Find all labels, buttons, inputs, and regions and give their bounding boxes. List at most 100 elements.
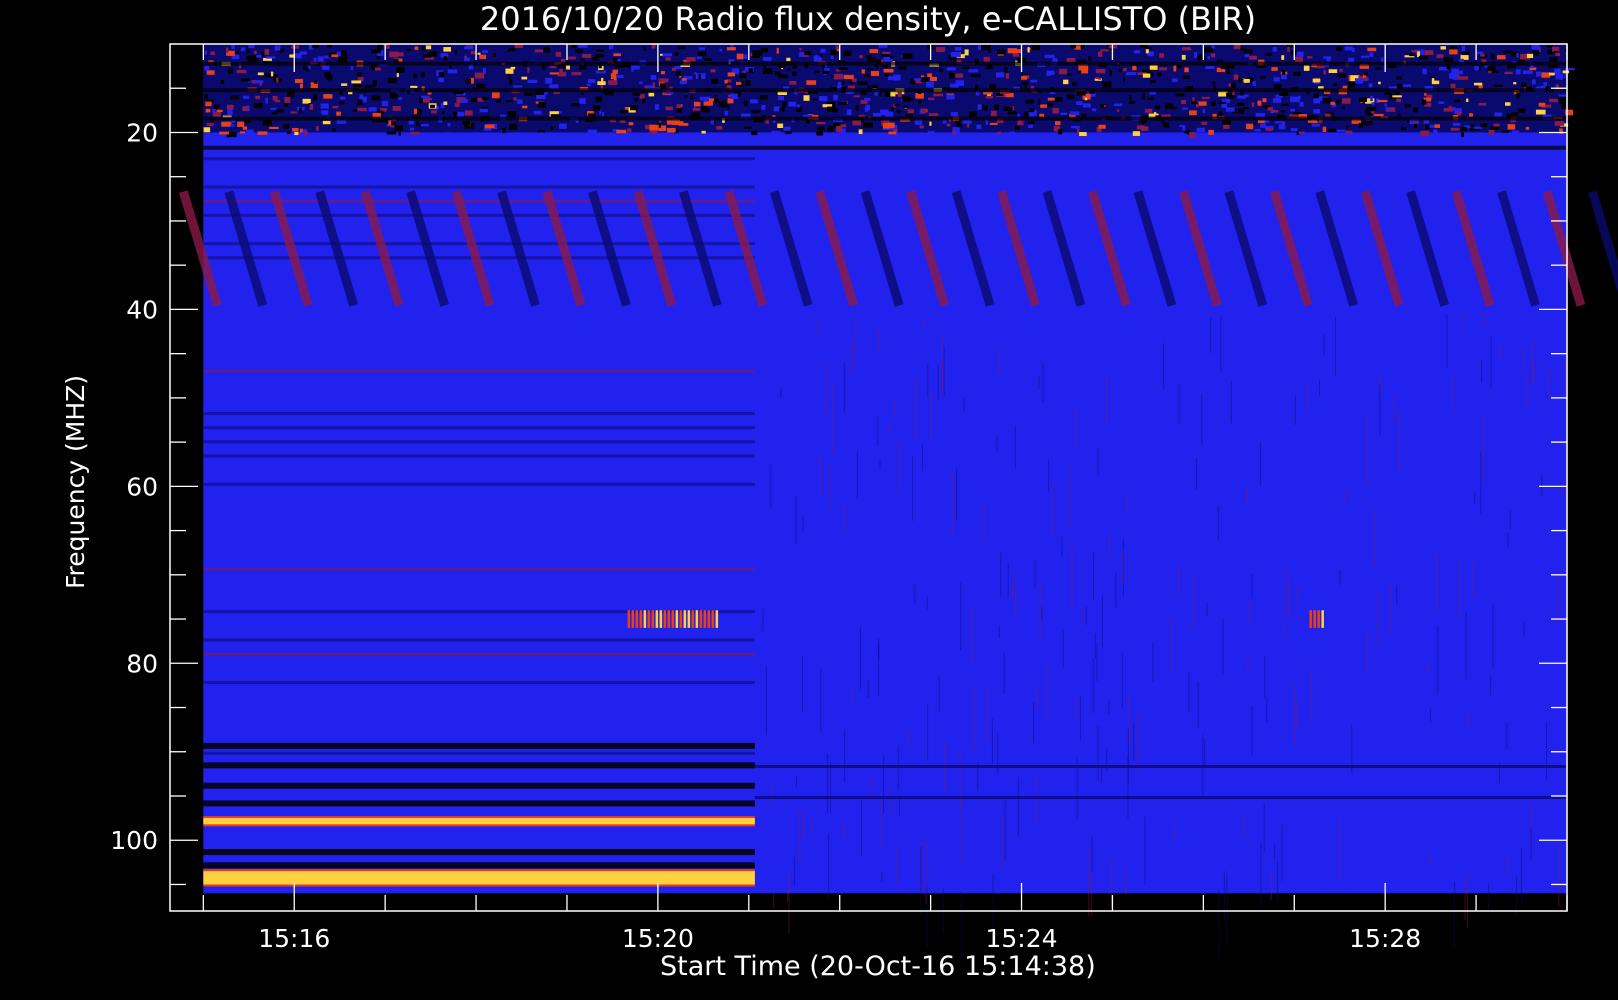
noise-streak — [820, 668, 822, 734]
interference-pixel — [255, 95, 260, 100]
noise-streak — [878, 327, 880, 353]
burst-pixel — [715, 610, 719, 628]
interference-pixel — [1336, 129, 1346, 132]
interference-pixel — [1047, 97, 1055, 101]
dark-channel — [203, 782, 755, 789]
interference-pixel — [1076, 101, 1083, 106]
interference-pixel — [1175, 93, 1185, 97]
interference-pixel — [871, 71, 880, 77]
burst-pixel — [667, 610, 671, 628]
interference-pixel — [1322, 126, 1327, 133]
interference-pixel — [1272, 47, 1277, 52]
noise-streak — [1295, 701, 1297, 727]
noise-streak — [960, 582, 962, 651]
noise-streak — [898, 797, 900, 817]
interference-pixel — [206, 70, 215, 75]
burst-pixel — [671, 610, 675, 628]
interference-pixel — [1516, 92, 1521, 99]
interference-pixel — [581, 92, 585, 96]
burst-pixel — [679, 610, 683, 628]
interference-pixel — [719, 48, 723, 52]
noise-streak — [1500, 346, 1502, 359]
interference-pixel — [1294, 56, 1303, 63]
interference-pixel — [1256, 65, 1267, 68]
noise-streak — [1197, 682, 1199, 728]
interference-pixel — [388, 119, 392, 126]
noise-streak — [829, 465, 831, 510]
interference-pixel — [331, 54, 339, 58]
interference-pixel — [444, 132, 452, 136]
interference-pixel — [1189, 132, 1196, 139]
interference-pixel — [1287, 46, 1290, 52]
noise-streak — [1541, 474, 1543, 497]
burst-pixel — [711, 610, 715, 628]
channel-stripe — [203, 567, 755, 571]
interference-pixel — [510, 66, 516, 70]
interference-pixel — [964, 49, 969, 56]
interference-pixel — [813, 98, 818, 101]
noise-streak — [1003, 653, 1005, 694]
burst-pixel — [1317, 610, 1320, 628]
interference-pixel — [675, 108, 683, 113]
noise-streak — [1297, 587, 1299, 606]
interference-pixel — [1335, 46, 1343, 51]
interference-pixel — [654, 104, 660, 110]
interference-pixel — [413, 108, 417, 115]
interference-pixel — [261, 51, 265, 57]
interference-pixel — [243, 95, 250, 99]
interference-pixel — [927, 44, 936, 50]
interference-pixel — [1342, 98, 1351, 104]
noise-streak — [1075, 696, 1077, 722]
interference-pixel — [1055, 121, 1061, 126]
interference-pixel — [1436, 54, 1444, 59]
interference-pixel — [392, 105, 401, 111]
interference-pixel — [421, 46, 426, 51]
noise-streak — [1523, 621, 1525, 637]
interference-pixel — [1478, 65, 1481, 71]
interference-pixel — [226, 121, 232, 125]
noise-streak — [927, 363, 929, 398]
noise-streak — [925, 835, 927, 904]
noise-streak — [861, 798, 863, 856]
interference-pixel — [372, 80, 377, 87]
interference-pixel — [1438, 101, 1445, 104]
interference-pixel — [1421, 99, 1427, 105]
interference-pixel — [893, 74, 901, 81]
interference-pixel — [1458, 76, 1469, 80]
interference-pixel — [1396, 98, 1402, 103]
interference-pixel — [368, 107, 377, 112]
interference-pixel — [858, 129, 863, 135]
noise-streak — [771, 785, 773, 804]
interference-pixel — [1443, 107, 1454, 112]
interference-pixel — [983, 56, 990, 62]
noise-streak — [1319, 379, 1321, 397]
noise-streak — [899, 442, 901, 495]
interference-pixel — [843, 74, 854, 80]
interference-pixel — [949, 83, 959, 88]
interference-pixel — [677, 46, 686, 50]
interference-pixel — [1238, 108, 1245, 114]
interference-pixel — [1201, 96, 1210, 99]
noise-streak — [1090, 872, 1092, 917]
noise-streak — [1389, 581, 1391, 637]
noise-streak — [1247, 658, 1249, 673]
interference-pixel — [610, 73, 617, 79]
interference-pixel — [878, 44, 888, 48]
chart-title: 2016/10/20 Radio flux density, e-CALLIST… — [480, 0, 1256, 38]
noise-streak — [1343, 491, 1345, 505]
noise-streak — [1446, 313, 1448, 368]
interference-pixel — [752, 50, 763, 56]
interference-pixel — [270, 71, 274, 77]
noise-streak — [1080, 696, 1082, 740]
noise-streak — [1173, 818, 1175, 844]
interference-pixel — [1273, 77, 1280, 82]
interference-pixel — [220, 79, 225, 85]
interference-pixel — [1184, 67, 1189, 73]
interference-pixel — [939, 68, 943, 73]
interference-pixel — [595, 96, 602, 103]
interference-pixel — [438, 71, 445, 77]
interference-pixel — [231, 44, 235, 50]
interference-pixel — [919, 125, 924, 129]
interference-pixel — [313, 92, 317, 98]
interference-pixel — [1549, 56, 1558, 62]
